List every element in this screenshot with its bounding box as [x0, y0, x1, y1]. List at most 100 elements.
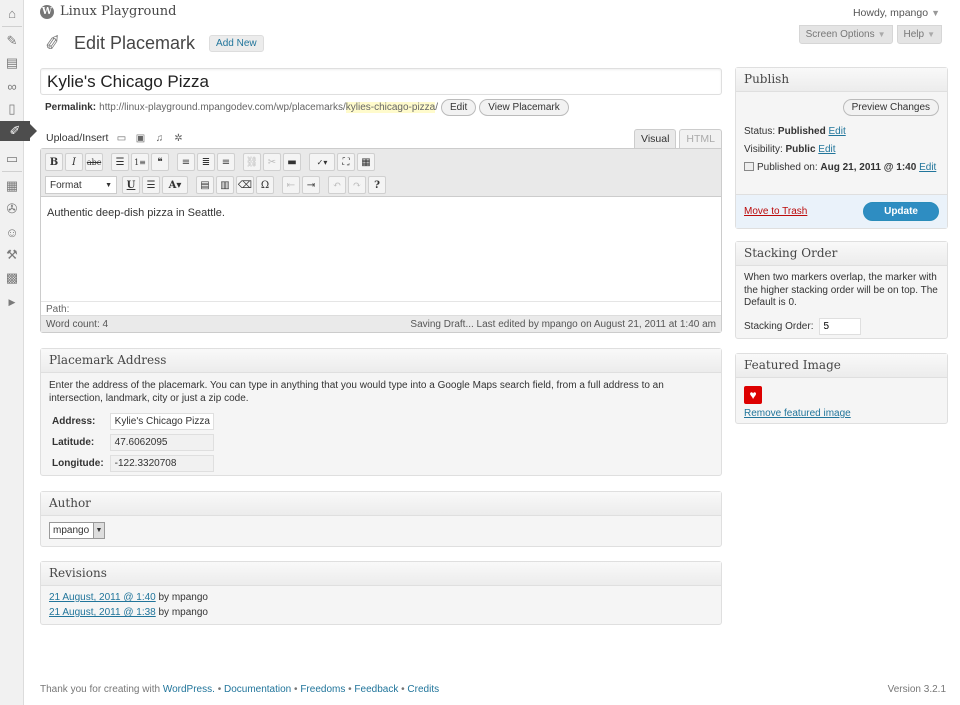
postbox-title[interactable]: Author — [41, 492, 721, 516]
media-buttons: Upload/Insert ▭ ▣ ♫ ✲ — [46, 132, 184, 144]
plugins-icon[interactable]: ✇ — [2, 199, 22, 219]
site-title[interactable]: W Linux Playground — [40, 4, 176, 19]
undo-icon[interactable]: ↶ — [328, 176, 346, 194]
latitude-input[interactable]: 47.6062095 — [109, 434, 214, 451]
redo-icon[interactable]: ↷ — [348, 176, 366, 194]
align-left-icon[interactable]: ≡ — [177, 153, 195, 171]
postbox-title[interactable]: Publish — [736, 68, 947, 92]
toolbar-row-1: B I abc ☰ 1≡ ❝ ≡ ≣ ≡ ⛓ ✂ ▬ ✓▾ ⛶ ▦ — [45, 152, 717, 172]
justify-icon[interactable]: ☰ — [142, 176, 160, 194]
align-center-icon[interactable]: ≣ — [197, 153, 215, 171]
permalink-slug[interactable]: kylies-chicago-pizza — [345, 102, 436, 113]
links-icon[interactable]: ∞ — [2, 76, 22, 96]
paste-word-icon[interactable]: ▥ — [216, 176, 234, 194]
stacking-order-input[interactable] — [819, 317, 862, 335]
media-icon[interactable]: ▤ — [2, 53, 22, 73]
screen-meta-links: Screen Options ▼ Help ▼ — [798, 25, 942, 44]
edit-status-link[interactable]: Edit — [829, 126, 846, 137]
strikethrough-icon[interactable]: abc — [85, 153, 103, 171]
address-fields: Address: Kylie's Chicago Pizza Se Latitu… — [49, 411, 217, 474]
post-visibility: Visibility: Public Edit — [744, 144, 836, 155]
blockquote-icon[interactable]: ❝ — [151, 153, 169, 171]
collapse-menu-icon[interactable]: ▶ — [2, 292, 22, 312]
unlink-icon[interactable]: ✂ — [263, 153, 281, 171]
spellcheck-icon[interactable]: ✓▾ — [309, 153, 335, 171]
format-select[interactable]: Format ▼ — [45, 176, 117, 194]
dashboard-icon[interactable]: ⌂ — [2, 3, 22, 23]
comments-icon[interactable]: ▭ — [2, 149, 22, 169]
version-text: Version 3.2.1 — [887, 684, 946, 695]
more-tag-icon[interactable]: ▬ — [283, 153, 301, 171]
add-video-icon[interactable]: ▣ — [134, 133, 146, 144]
howdy-text[interactable]: Howdy, mpango — [853, 7, 928, 19]
view-placemark-button[interactable]: View Placemark — [479, 99, 569, 116]
italic-icon[interactable]: I — [65, 153, 83, 171]
insert-link-icon[interactable]: ⛓ — [243, 153, 261, 171]
user-greeting[interactable]: Howdy, mpango ▼ — [853, 7, 940, 19]
pages-icon[interactable]: ▯ — [2, 99, 22, 119]
footer-links: Thank you for creating with WordPress. •… — [40, 684, 440, 695]
toolbar-row-2: Format ▼ U ☰ A▾ ▤ ▥ ⌫ Ω ⇤ ⇥ ↶ ↷ ? — [45, 175, 717, 195]
help-icon[interactable]: ? — [368, 176, 386, 194]
postbox-title[interactable]: Stacking Order — [736, 242, 947, 266]
pushpin-icon: ✐ — [42, 31, 64, 56]
documentation-link[interactable]: Documentation — [224, 684, 291, 695]
upload-insert-label: Upload/Insert — [46, 132, 109, 144]
add-media-icon[interactable]: ✲ — [172, 133, 184, 144]
post-title-input[interactable] — [40, 68, 722, 95]
site-name[interactable]: Linux Playground — [60, 4, 176, 19]
longitude-input[interactable]: -122.3320708 — [109, 455, 214, 472]
chevron-down-icon: ▼ — [93, 523, 104, 538]
align-right-icon[interactable]: ≡ — [217, 153, 235, 171]
text-color-icon[interactable]: A▾ — [162, 176, 188, 194]
postbox-title[interactable]: Featured Image — [736, 354, 947, 378]
users-icon[interactable]: ☺ — [2, 222, 22, 242]
author-select[interactable]: mpango ▼ — [49, 522, 105, 539]
revision-link[interactable]: 21 August, 2011 @ 1:38 — [49, 607, 156, 618]
kitchen-sink-icon[interactable]: ▦ — [357, 153, 375, 171]
update-button[interactable]: Update — [863, 202, 939, 221]
featured-heart-image[interactable]: ♥ — [744, 386, 762, 404]
underline-icon[interactable]: U — [122, 176, 140, 194]
calendar-icon — [744, 162, 754, 171]
screen-options-button[interactable]: Screen Options ▼ — [798, 25, 893, 44]
stacking-field: Stacking Order: — [744, 317, 939, 335]
fullscreen-icon[interactable]: ⛶ — [337, 153, 355, 171]
edit-date-link[interactable]: Edit — [919, 162, 936, 173]
indent-icon[interactable]: ⇥ — [302, 176, 320, 194]
bulleted-list-icon[interactable]: ☰ — [111, 153, 129, 171]
paste-text-icon[interactable]: ▤ — [196, 176, 214, 194]
move-to-trash-link[interactable]: Move to Trash — [744, 206, 807, 217]
remove-featured-image-link[interactable]: Remove featured image — [744, 408, 851, 419]
add-image-icon[interactable]: ▭ — [115, 133, 127, 144]
revision-link[interactable]: 21 August, 2011 @ 1:40 — [49, 592, 156, 603]
preview-changes-button[interactable]: Preview Changes — [842, 99, 939, 116]
add-new-button[interactable]: Add New — [209, 34, 264, 52]
freedoms-link[interactable]: Freedoms — [300, 684, 345, 695]
help-button[interactable]: Help ▼ — [896, 25, 942, 44]
wordpress-link[interactable]: WordPress. — [163, 684, 215, 695]
settings-icon[interactable]: ▩ — [2, 268, 22, 288]
remove-format-icon[interactable]: ⌫ — [236, 176, 254, 194]
placemarks-pin-icon[interactable]: ✐ — [0, 121, 37, 141]
numbered-list-icon[interactable]: 1≡ — [131, 153, 149, 171]
feedback-link[interactable]: Feedback — [354, 684, 398, 695]
postbox-title[interactable]: Placemark Address — [41, 349, 721, 373]
posts-pin-icon[interactable]: ✎ — [2, 31, 22, 51]
special-character-icon[interactable]: Ω — [256, 176, 274, 194]
edit-permalink-button[interactable]: Edit — [441, 99, 477, 116]
tools-icon[interactable]: ⚒ — [2, 245, 22, 265]
outdent-icon[interactable]: ⇤ — [282, 176, 300, 194]
bold-icon[interactable]: B — [45, 153, 63, 171]
address-input[interactable]: Kylie's Chicago Pizza Se — [109, 413, 214, 430]
content-editor: B I abc ☰ 1≡ ❝ ≡ ≣ ≡ ⛓ ✂ ▬ ✓▾ ⛶ ▦ Format… — [40, 148, 722, 333]
tab-html[interactable]: HTML — [679, 129, 723, 149]
edit-visibility-link[interactable]: Edit — [818, 144, 835, 155]
tab-visual[interactable]: Visual — [634, 129, 677, 149]
credits-link[interactable]: Credits — [407, 684, 439, 695]
appearance-icon[interactable]: ▦ — [2, 176, 22, 196]
add-audio-icon[interactable]: ♫ — [153, 133, 165, 144]
editor-content[interactable]: Authentic deep-dish pizza in Seattle. — [41, 197, 721, 301]
stacking-label: Stacking Order: — [744, 320, 814, 332]
postbox-title[interactable]: Revisions — [41, 562, 721, 586]
